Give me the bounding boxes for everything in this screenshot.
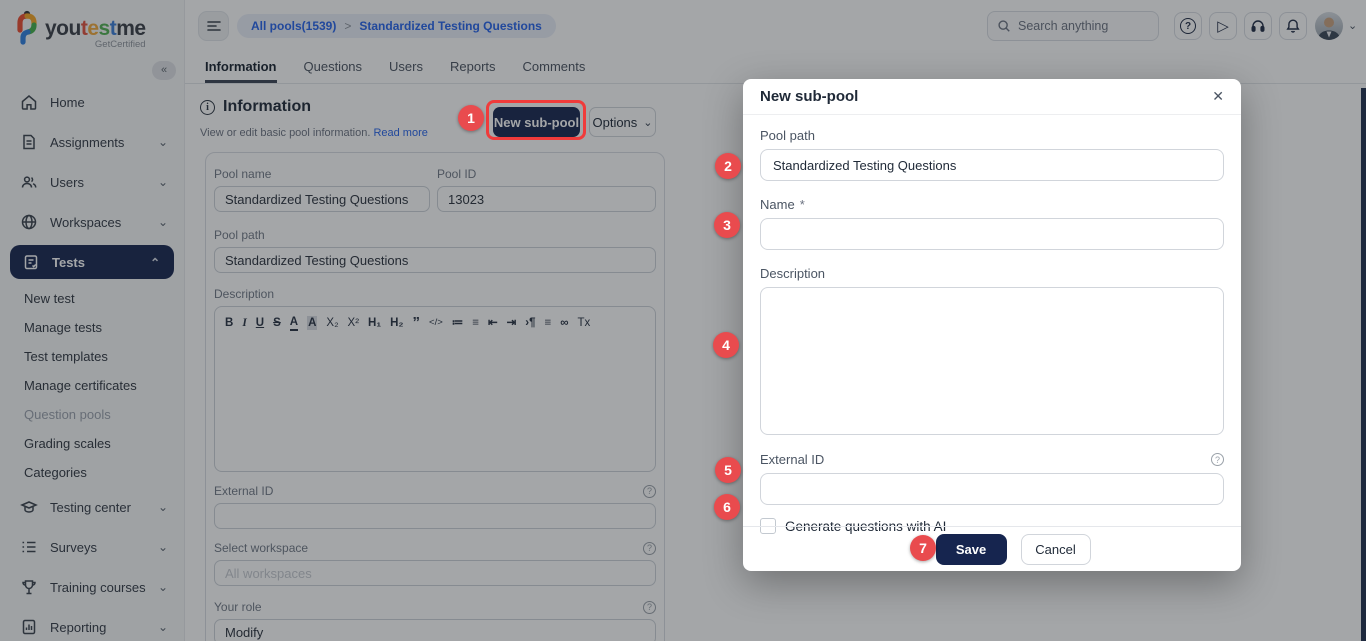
dialog-external-id-label: External ID ?	[760, 452, 1224, 467]
dialog-description-textarea[interactable]	[760, 287, 1224, 435]
app-root: youtestme GetCertified « Home Assignment…	[0, 0, 1366, 641]
annotation-badge-6: 6	[714, 494, 740, 520]
close-button[interactable]: ✕	[1212, 88, 1224, 105]
required-mark: *	[800, 197, 805, 212]
save-button[interactable]: Save	[936, 534, 1007, 565]
dialog-external-id-input[interactable]	[760, 473, 1224, 505]
dialog-name-label: Name *	[760, 197, 1224, 212]
cancel-button[interactable]: Cancel	[1021, 534, 1091, 565]
dialog-description-label: Description	[760, 266, 1224, 281]
dialog-title: New sub-pool	[760, 88, 858, 105]
annotation-highlight-ring	[486, 100, 586, 140]
help-icon[interactable]: ?	[1211, 453, 1224, 466]
annotation-badge-4: 4	[713, 332, 739, 358]
dialog-pool-path-label: Pool path	[760, 128, 1224, 143]
annotation-badge-2: 2	[715, 153, 741, 179]
dialog-pool-path-input[interactable]	[760, 149, 1224, 181]
annotation-badge-3: 3	[714, 212, 740, 238]
new-sub-pool-dialog: New sub-pool ✕ Pool path Name * Descript…	[743, 79, 1241, 571]
annotation-badge-5: 5	[715, 457, 741, 483]
close-icon: ✕	[1212, 88, 1224, 104]
annotation-badge-1: 1	[458, 105, 484, 131]
annotation-badge-7: 7	[910, 535, 936, 561]
dialog-name-input[interactable]	[760, 218, 1224, 250]
